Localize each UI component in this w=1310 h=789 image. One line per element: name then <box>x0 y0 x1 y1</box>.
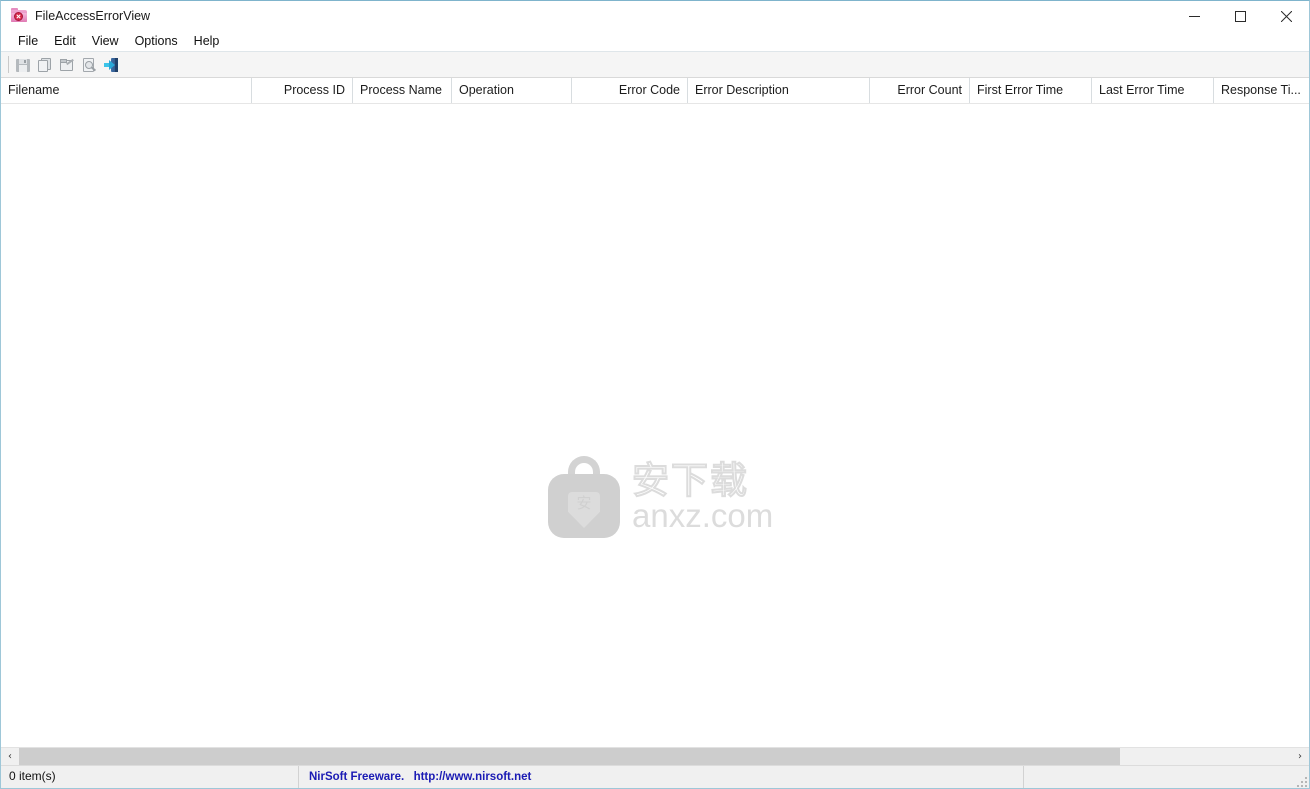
minimize-button[interactable] <box>1171 1 1217 31</box>
column-header-last-error-time[interactable]: Last Error Time <box>1092 78 1214 103</box>
column-header-error-description[interactable]: Error Description <box>688 78 870 103</box>
column-header-process-name[interactable]: Process Name <box>353 78 452 103</box>
scrollbar-thumb[interactable] <box>19 748 1120 765</box>
copy-icon <box>37 57 53 73</box>
app-folder-error-icon <box>11 8 27 24</box>
exit-icon <box>103 57 119 73</box>
find-button[interactable] <box>78 54 100 76</box>
save-button[interactable] <box>12 54 34 76</box>
watermark-bag-icon: 安 <box>548 456 620 538</box>
copy-button[interactable] <box>34 54 56 76</box>
menu-item-help[interactable]: Help <box>186 32 228 51</box>
resize-grip-icon[interactable] <box>1295 775 1307 787</box>
status-item-count: 0 item(s) <box>1 766 299 788</box>
status-credit-text: NirSoft Freeware. <box>309 771 405 783</box>
scroll-left-arrow-icon[interactable]: ‹ <box>1 748 19 765</box>
maximize-button[interactable] <box>1217 1 1263 31</box>
list-view[interactable]: 安 安下载 anxz.com <box>1 104 1309 747</box>
menu-item-view[interactable]: View <box>84 32 127 51</box>
window-controls <box>1171 1 1309 31</box>
properties-icon <box>59 57 75 73</box>
properties-button[interactable] <box>56 54 78 76</box>
menu-item-edit[interactable]: Edit <box>46 32 84 51</box>
watermark-shield-char: 安 <box>576 494 592 512</box>
watermark-en-text: anxz.com <box>632 497 774 534</box>
scrollbar-track[interactable] <box>19 748 1291 765</box>
toolbar <box>1 52 1309 78</box>
status-empty-panel <box>1024 766 1309 788</box>
list-column-header: Filename Process ID Process Name Operati… <box>1 78 1309 104</box>
exit-button[interactable] <box>100 54 122 76</box>
status-credit-panel: NirSoft Freeware. http://www.nirsoft.net <box>299 766 1024 788</box>
watermark-anxz: 安 安下载 anxz.com <box>548 453 773 541</box>
scroll-right-arrow-icon[interactable]: › <box>1291 748 1309 765</box>
column-header-filename[interactable]: Filename <box>1 78 252 103</box>
watermark-cn-text: 安下载 <box>631 459 749 502</box>
find-icon <box>81 57 97 73</box>
watermark-text: 安下载 anxz.com <box>631 459 774 534</box>
menu-item-options[interactable]: Options <box>127 32 186 51</box>
menu-item-file[interactable]: File <box>10 32 46 51</box>
status-website-link[interactable]: http://www.nirsoft.net <box>414 771 532 783</box>
column-header-error-code[interactable]: Error Code <box>572 78 688 103</box>
column-header-first-error-time[interactable]: First Error Time <box>970 78 1092 103</box>
close-button[interactable] <box>1263 1 1309 31</box>
column-header-error-count[interactable]: Error Count <box>870 78 970 103</box>
column-header-response-time[interactable]: Response Ti... <box>1214 78 1309 103</box>
column-header-process-id[interactable]: Process ID <box>252 78 353 103</box>
menu-bar: File Edit View Options Help <box>1 31 1309 52</box>
status-bar: 0 item(s) NirSoft Freeware. http://www.n… <box>1 765 1309 788</box>
toolbar-separator <box>8 56 9 73</box>
window-title: FileAccessErrorView <box>35 9 151 23</box>
save-icon <box>15 57 31 73</box>
horizontal-scrollbar[interactable]: ‹ › <box>1 747 1309 765</box>
title-bar: FileAccessErrorView <box>1 1 1309 31</box>
column-header-operation[interactable]: Operation <box>452 78 572 103</box>
application-window: FileAccessErrorView File Edit View Optio… <box>0 0 1310 789</box>
